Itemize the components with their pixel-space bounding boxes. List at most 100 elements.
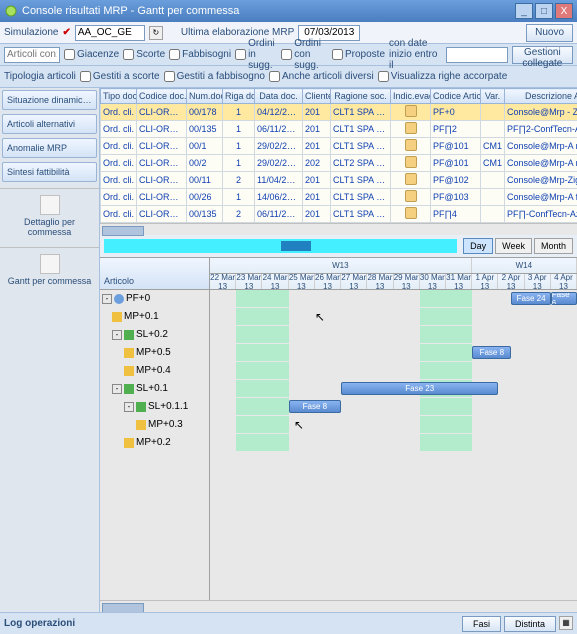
status-icon bbox=[405, 139, 417, 151]
month-w14: W14 bbox=[472, 258, 577, 273]
tree-row[interactable]: -SL+0.1 bbox=[100, 380, 209, 398]
tree-row[interactable]: MP+0.2 bbox=[100, 434, 209, 452]
zoom-day[interactable]: Day bbox=[463, 238, 493, 254]
content-area: Tipo doc. Codice doc. Num.doc. Riga doc.… bbox=[100, 88, 577, 612]
table-row[interactable]: Ord. cli.CLI-ORDINE00/178104/12/2012201C… bbox=[101, 104, 577, 121]
tree-row[interactable]: MP+0.1 bbox=[100, 308, 209, 326]
gantt-body: Fase 24Fase 6Fase 8Fase 23Fase 8↖↖ bbox=[210, 290, 577, 452]
pf-icon bbox=[114, 294, 124, 304]
tree-row[interactable]: -SL+0.1.1 bbox=[100, 398, 209, 416]
chk-diversi[interactable]: Anche articoli diversi bbox=[269, 71, 374, 82]
gantt-hscroll[interactable] bbox=[100, 600, 577, 612]
mp-icon bbox=[124, 366, 134, 376]
grid-header-row: Tipo doc. Codice doc. Num.doc. Riga doc.… bbox=[101, 89, 577, 104]
table-row[interactable]: Ord. cli.CLI-ORDINE00/135206/11/2012201C… bbox=[101, 206, 577, 223]
date-cell: 22 Mar 13 bbox=[210, 274, 236, 289]
expand-icon[interactable]: - bbox=[102, 294, 112, 304]
maximize-button[interactable]: □ bbox=[535, 3, 553, 19]
expand-icon[interactable]: - bbox=[124, 402, 134, 412]
grid-hscroll[interactable] bbox=[100, 223, 577, 235]
col-articolo[interactable]: Codice Articolo bbox=[431, 89, 481, 104]
table-row[interactable]: Ord. cli.CLI-ORDINE00/2129/02/2013202CLT… bbox=[101, 155, 577, 172]
chk-righe[interactable]: Visualizza righe accorpate bbox=[378, 71, 508, 82]
gantt-month-row: W13 W14 bbox=[210, 258, 577, 274]
mp-icon bbox=[136, 420, 146, 430]
status-icon bbox=[405, 190, 417, 202]
zoom-scrollbar[interactable] bbox=[104, 239, 457, 253]
gantt-row bbox=[210, 308, 577, 326]
mp-icon bbox=[112, 312, 122, 322]
app-icon bbox=[4, 4, 18, 18]
status-icon bbox=[405, 156, 417, 168]
col-riga[interactable]: Riga doc. bbox=[223, 89, 255, 104]
col-data[interactable]: Data doc. bbox=[255, 89, 303, 104]
chk-ordini-con[interactable]: Ordini con sugg. bbox=[281, 38, 328, 71]
chk-fabbisogni[interactable]: Fabbisogni bbox=[169, 49, 231, 60]
sidebar-item-anomalie[interactable]: Anomalie MRP bbox=[2, 138, 97, 158]
fasi-button[interactable]: Fasi bbox=[462, 616, 501, 632]
gantt-bar[interactable]: Fase 8 bbox=[472, 346, 511, 359]
table-row[interactable]: Ord. cli.CLI-ORDINE00/135106/11/2012201C… bbox=[101, 121, 577, 138]
zoom-month[interactable]: Month bbox=[534, 238, 573, 254]
check-icon: ✔ bbox=[62, 27, 70, 38]
tree-row[interactable]: MP+0.5 bbox=[100, 344, 209, 362]
distinta-button[interactable]: Distinta bbox=[504, 616, 556, 632]
expand-icon[interactable]: - bbox=[112, 330, 122, 340]
sl-icon bbox=[124, 330, 134, 340]
chk-giacenze[interactable]: Giacenze bbox=[64, 49, 119, 60]
gantt-tree: Articolo -PF+0MP+0.1-SL+0.2MP+0.5MP+0.4-… bbox=[100, 258, 210, 600]
footer-icon[interactable]: ▦ bbox=[559, 616, 573, 630]
table-row[interactable]: Ord. cli.CLI-ORDINE00/1129/02/2013201CLT… bbox=[101, 138, 577, 155]
col-tipo[interactable]: Tipo doc. bbox=[101, 89, 137, 104]
minimize-button[interactable]: _ bbox=[515, 3, 533, 19]
col-ragione[interactable]: Ragione soc. bbox=[331, 89, 391, 104]
article-filter-input[interactable] bbox=[4, 47, 60, 63]
simulation-combo[interactable] bbox=[75, 25, 145, 41]
chk-ordini-in[interactable]: Ordini in sugg. bbox=[235, 38, 277, 71]
new-button[interactable]: Nuovo bbox=[526, 24, 573, 42]
linked-button[interactable]: Gestioni collegate bbox=[512, 46, 573, 64]
sidebar-section-gantt[interactable]: Gantt per commessa bbox=[0, 247, 99, 292]
gantt-bar[interactable]: Fase 8 bbox=[289, 400, 341, 413]
table-row[interactable]: Ord. cli.CLI-ORDINE00/26114/06/2012201CL… bbox=[101, 189, 577, 206]
tree-row[interactable]: MP+0.3 bbox=[100, 416, 209, 434]
date-until-input[interactable] bbox=[446, 47, 508, 63]
sl-icon bbox=[136, 402, 146, 412]
log-label[interactable]: Log operazioni bbox=[4, 618, 75, 629]
date-cell: 27 Mar 13 bbox=[341, 274, 367, 289]
date-cell: 3 Apr 13 bbox=[525, 274, 551, 289]
col-desc[interactable]: Descrizione Articolo bbox=[505, 89, 577, 104]
table-row[interactable]: Ord. cli.CLI-ORDINE00/11211/04/2012201CL… bbox=[101, 172, 577, 189]
gantt-chart[interactable]: W13 W14 22 Mar 1323 Mar 1324 Mar 1325 Ma… bbox=[210, 258, 577, 600]
expand-icon[interactable]: - bbox=[112, 384, 122, 394]
chk-gest-scorte[interactable]: Gestiti a scorte bbox=[80, 71, 160, 82]
tree-row[interactable]: -PF+0 bbox=[100, 290, 209, 308]
date-cell: 30 Mar 13 bbox=[420, 274, 446, 289]
date-cell: 25 Mar 13 bbox=[289, 274, 315, 289]
sidebar-section-dettaglio[interactable]: Dettaglio per commessa bbox=[0, 188, 99, 243]
tree-label: SL+0.2 bbox=[136, 329, 168, 340]
col-evadib[interactable]: Indic.evadib. bbox=[391, 89, 431, 104]
zoom-week[interactable]: Week bbox=[495, 238, 532, 254]
sidebar-item-sintesi[interactable]: Sintesi fattibilità bbox=[2, 162, 97, 182]
date-cell: 23 Mar 13 bbox=[236, 274, 262, 289]
tree-row[interactable]: MP+0.4 bbox=[100, 362, 209, 380]
date-cell: 1 Apr 13 bbox=[472, 274, 498, 289]
col-cliente[interactable]: Cliente bbox=[303, 89, 331, 104]
gantt-bar[interactable]: Fase 6 bbox=[551, 292, 577, 305]
sidebar-item-situazione[interactable]: Situazione dinamic… bbox=[2, 90, 97, 110]
tree-header: Articolo bbox=[100, 258, 209, 290]
col-var[interactable]: Var. bbox=[481, 89, 505, 104]
chk-gest-fabb[interactable]: Gestiti a fabbisogno bbox=[164, 71, 265, 82]
gantt-bar[interactable]: Fase 23 bbox=[341, 382, 498, 395]
gantt-bar[interactable]: Fase 24 bbox=[511, 292, 550, 305]
sidebar-item-alternativi[interactable]: Articoli alternativi bbox=[2, 114, 97, 134]
close-button[interactable]: X bbox=[555, 3, 573, 19]
refresh-icon[interactable]: ↻ bbox=[149, 26, 163, 40]
chk-scorte[interactable]: Scorte bbox=[123, 49, 165, 60]
col-codice[interactable]: Codice doc. bbox=[137, 89, 187, 104]
mp-icon bbox=[124, 348, 134, 358]
col-num[interactable]: Num.doc. bbox=[187, 89, 223, 104]
tree-row[interactable]: - SL+0.2 bbox=[100, 326, 209, 344]
chk-proposte[interactable]: Proposte bbox=[332, 49, 385, 60]
